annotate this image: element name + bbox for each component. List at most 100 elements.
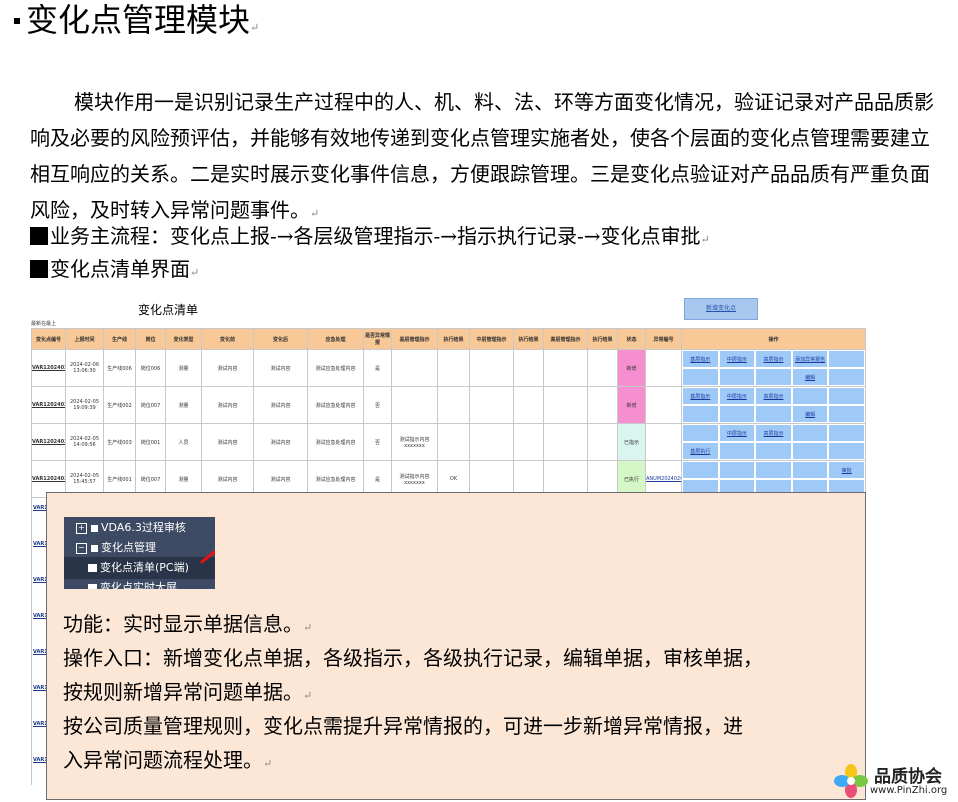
cell-mid xyxy=(469,349,514,387)
operation-link[interactable]: 中层指示 xyxy=(718,387,756,405)
operation-link[interactable]: 编辑 xyxy=(791,368,829,386)
column-header: 应急处理 xyxy=(307,328,364,350)
rule-line-1: 按公司质量管理规则，变化点需提升异常情报的，可进一步新增异常情报，进 xyxy=(63,714,743,738)
logo-url: www.PinZhi.org xyxy=(870,785,948,796)
column-header: 执行结果 xyxy=(437,328,470,350)
folder-icon xyxy=(91,544,98,552)
cell-post: 岗位007 xyxy=(135,386,166,424)
operation-empty xyxy=(718,442,756,460)
cell-post: 岗位001 xyxy=(135,423,166,461)
cell-time: 2024-02-05 19:09:39 xyxy=(65,386,104,424)
cell-code[interactable]: VAR12024020013 xyxy=(31,349,66,387)
cell-emergency: 测试应急处理内容 xyxy=(307,349,364,387)
flow-line: 业务主流程：变化点上报-→各层级管理指示-→指示执行记录-→变化点审批↵ xyxy=(30,220,710,256)
operation-link[interactable]: 基层执行 xyxy=(682,442,719,460)
list-title: 变化点清单 xyxy=(138,303,199,317)
operation-link[interactable]: 中层指示 xyxy=(718,424,756,442)
table-row[interactable]: VAR120240200112024-02-05 14:09:56生产线003岗… xyxy=(31,423,866,461)
operation-empty xyxy=(755,442,792,460)
cell-high xyxy=(543,349,588,387)
operation-empty xyxy=(828,424,865,442)
cell-status: 新增 xyxy=(617,349,646,387)
nav-menu-screenshot: + VDA6.3过程审核 − 变化点管理 变化点清单(PC端) 变化点实时大屏 xyxy=(64,517,215,589)
column-header: 变化前 xyxy=(201,328,254,350)
collapse-icon: − xyxy=(76,542,87,554)
menu-item-realtime[interactable]: 变化点实时大屏 xyxy=(64,577,215,589)
operation-empty xyxy=(828,442,865,460)
operation-empty xyxy=(682,368,719,386)
menu-item-vda[interactable]: + VDA6.3过程审核 xyxy=(64,517,215,539)
menu-label: VDA6.3过程审核 xyxy=(101,521,186,534)
cell-high-result xyxy=(587,349,618,387)
cell-code[interactable]: VAR12024020012 xyxy=(31,386,66,424)
add-change-button[interactable]: 新增变化点 xyxy=(684,298,758,320)
cell-mid-result xyxy=(513,423,544,461)
entry-line-2: 按规则新增异常问题单据。↵ xyxy=(63,680,313,704)
entry-line-1: 操作入口：新增变化点单据，各级指示，各级执行记录，编辑单据，审核单据， xyxy=(63,646,763,670)
operation-empty xyxy=(682,424,719,442)
operation-empty xyxy=(682,405,719,423)
column-header: 岗位 xyxy=(135,328,166,350)
cell-abnormal: 否 xyxy=(363,423,392,461)
operation-link[interactable]: 高层指示 xyxy=(755,350,792,368)
menu-item-change-list[interactable]: 变化点清单(PC端) xyxy=(64,557,215,579)
cell-abnormal: 否 xyxy=(363,386,392,424)
operation-link[interactable]: 高层指示 xyxy=(755,387,792,405)
cell-basic: 测试指示内容 xxxxxxx xyxy=(391,423,438,461)
cell-mid-result xyxy=(513,349,544,387)
cell-abn-no[interactable] xyxy=(645,349,682,387)
cell-basic xyxy=(391,386,438,424)
cell-before: 测试内容 xyxy=(201,423,254,461)
operation-empty xyxy=(755,368,792,386)
note-panel: + VDA6.3过程审核 − 变化点管理 变化点清单(PC端) 变化点实时大屏 功能… xyxy=(46,492,866,800)
column-header: 执行结果 xyxy=(587,328,618,350)
operation-link[interactable]: 中层指示 xyxy=(718,350,756,368)
cell-type: 人员 xyxy=(165,423,202,461)
cell-operations: 中层指示 高层指示基层执行 xyxy=(681,423,866,461)
operation-link[interactable]: 添加异常报告 xyxy=(791,350,829,368)
menu-item-change[interactable]: − 变化点管理 xyxy=(64,537,215,559)
list-line: 变化点清单界面↵ xyxy=(30,253,199,289)
cell-time: 2024-02-06 13:06:30 xyxy=(65,349,104,387)
cell-high-result xyxy=(587,423,618,461)
page-icon xyxy=(88,584,97,589)
cell-high-result xyxy=(587,386,618,424)
table-row[interactable]: VAR120240200132024-02-06 13:06:30生产线006岗… xyxy=(31,349,866,387)
operation-empty xyxy=(791,461,829,479)
operation-empty xyxy=(828,368,865,386)
column-header: 执行结果 xyxy=(513,328,544,350)
menu-label: 变化点实时大屏 xyxy=(100,581,177,589)
rule-line-2: 入异常问题流程处理。↵ xyxy=(63,748,273,772)
operation-link[interactable]: 高层指示 xyxy=(755,424,792,442)
square-bullet-icon xyxy=(30,260,48,278)
folder-icon xyxy=(91,524,98,532)
cell-basic-result xyxy=(437,423,470,461)
cell-abn-no[interactable] xyxy=(645,423,682,461)
menu-label: 变化点清单(PC端) xyxy=(100,561,189,574)
column-header: 上报时间 xyxy=(65,328,104,350)
operation-empty xyxy=(791,387,829,405)
page-title: 变化点管理模块↵ xyxy=(14,0,259,48)
cell-status: 新增 xyxy=(617,386,646,424)
cell-type: 测量 xyxy=(165,349,202,387)
site-logo: 品质协会 www.PinZhi.org xyxy=(834,762,958,802)
operation-link[interactable]: 审批 xyxy=(828,461,865,479)
cell-before: 测试内容 xyxy=(201,386,254,424)
cell-abn-no[interactable] xyxy=(645,386,682,424)
table-row[interactable]: VAR120240200122024-02-05 19:09:39生产线002岗… xyxy=(31,386,866,424)
column-header: 异常编号 xyxy=(645,328,682,350)
column-header: 状态 xyxy=(617,328,646,350)
cell-time: 2024-02-05 14:09:56 xyxy=(65,423,104,461)
cell-code[interactable]: VAR12024020011 xyxy=(31,423,66,461)
cell-mid xyxy=(469,386,514,424)
cell-basic-result xyxy=(437,386,470,424)
column-header: 变化后 xyxy=(253,328,308,350)
list-text: 变化点清单界面 xyxy=(50,257,190,281)
operation-link[interactable]: 基层指示 xyxy=(682,387,719,405)
cell-line: 生产线003 xyxy=(103,423,136,461)
operation-link[interactable]: 编辑 xyxy=(791,405,829,423)
cell-after: 测试内容 xyxy=(253,423,308,461)
column-header: 是否异常情报 xyxy=(363,328,392,350)
operation-link[interactable]: 基层指示 xyxy=(682,350,719,368)
cell-operations: 基层指示 中层指示 高层指示 编辑 xyxy=(681,386,866,424)
